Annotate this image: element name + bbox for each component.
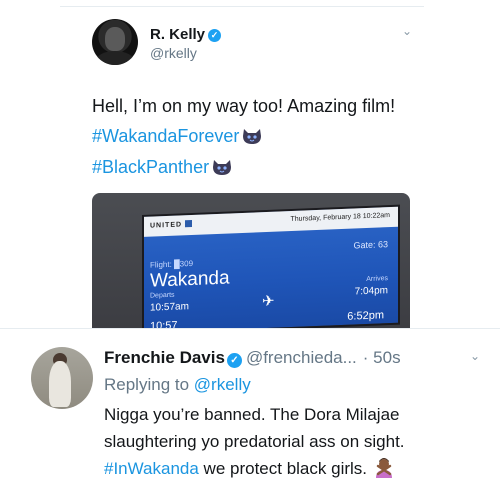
arrives-time: 7:04pm (354, 285, 388, 298)
author-handle[interactable]: @frenchieda... (246, 348, 357, 367)
avatar-face (105, 27, 125, 51)
mention-link[interactable]: @rkelly (194, 375, 251, 394)
replying-to: Replying to @rkelly (104, 375, 251, 395)
flight-number: Flight: █309 (150, 258, 194, 270)
next-arrives-time: 6:52pm (347, 309, 384, 323)
author-name[interactable]: Frenchie Davis (104, 348, 225, 367)
hashtag-link[interactable]: #BlackPanther (92, 157, 233, 178)
divider (60, 6, 424, 7)
author-name-text: R. Kelly (150, 26, 206, 43)
black-panther-icon (243, 129, 262, 144)
display-date-time: Thursday, February 18 10:22am (290, 212, 390, 224)
author-handle[interactable]: @rkelly (150, 45, 197, 61)
tweet-timestamp[interactable]: · 50s (363, 348, 401, 367)
reply-text: Nigga you’re banned. The Dora Milajae sl… (104, 401, 496, 482)
avatar-shoulders (96, 51, 134, 65)
flight-display-screen: UNITED Thursday, February 18 10:22am Gat… (142, 204, 400, 328)
arrives-label: Arrives (366, 275, 388, 283)
verified-icon: ✓ (226, 353, 242, 368)
avatar[interactable] (92, 19, 138, 65)
reply-text-fragment: we protect black girls. (198, 459, 368, 478)
hashtag-link[interactable]: #InWakanda (104, 459, 199, 478)
attached-photo[interactable]: UNITED Thursday, February 18 10:22am Gat… (92, 193, 410, 328)
chevron-down-icon[interactable]: ⌄ (400, 24, 414, 38)
departs-time: 10:57am (150, 301, 189, 314)
destination: Wakanda (150, 267, 230, 292)
person-gesturing-no-icon (376, 458, 393, 478)
hashtag-link[interactable]: #WakandaForever (92, 126, 263, 147)
display-header: UNITED Thursday, February 18 10:22am (144, 206, 398, 237)
reply-text-line: #InWakanda we protect black girls. (104, 455, 496, 482)
airplane-icon: ✈ (262, 292, 275, 311)
author-name[interactable]: R. Kelly ✓ (150, 26, 222, 43)
verified-icon: ✓ (208, 29, 222, 42)
reply-header: Frenchie Davis ✓ @frenchieda... · 50s (104, 348, 401, 368)
departs-label: Departs (150, 291, 175, 300)
airline-name: UNITED (150, 219, 193, 230)
avatar-body (49, 361, 71, 407)
hashtag-text[interactable]: #BlackPanther (92, 157, 209, 177)
next-departs-time: 10:57 (150, 319, 178, 328)
black-panther-icon (213, 160, 232, 175)
avatar[interactable] (31, 347, 93, 409)
airline-logo-icon (185, 219, 193, 228)
replying-to-prefix: Replying to (104, 375, 190, 394)
reply-text-line: slaughtering yo predatorial ass on sight… (104, 432, 405, 451)
tweet-text: Hell, I’m on my way too! Amazing film! (92, 96, 396, 116)
hashtag-text[interactable]: #WakandaForever (92, 126, 239, 146)
reply-text-line: Nigga you’re banned. The Dora Milajae (104, 405, 400, 424)
chevron-down-icon[interactable]: ⌄ (470, 349, 480, 363)
reply-tweet: Frenchie Davis ✓ @frenchieda... · 50s ⌄ Rep… (0, 328, 500, 500)
original-tweet: R. Kelly ✓ @rkelly ⌄ Hell, I’m on my way … (0, 0, 500, 328)
gate-label: Gate: 63 (353, 239, 388, 251)
